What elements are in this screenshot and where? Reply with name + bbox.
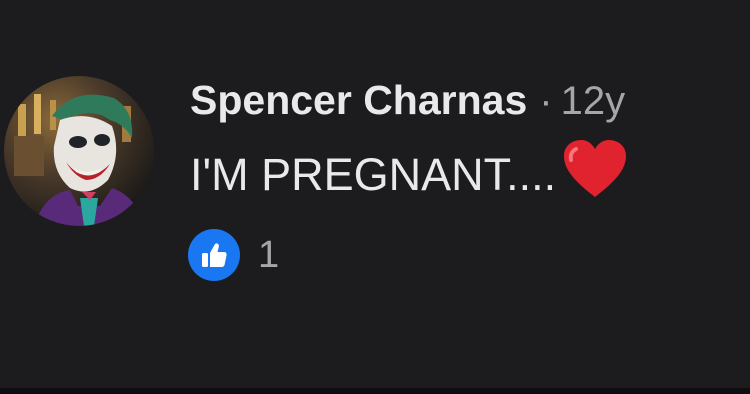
avatar[interactable] [4, 76, 154, 226]
heart-icon [562, 139, 628, 203]
comment: Spencer Charnas · 12y I'M PREGNANT.... 1 [188, 79, 745, 281]
like-icon [188, 229, 240, 281]
separator-dot: · [539, 79, 553, 123]
avatar-image [4, 76, 154, 226]
comment-timestamp[interactable]: 12y [561, 81, 626, 121]
comment-body: I'M PREGNANT.... [190, 140, 745, 203]
comment-header: Spencer Charnas · 12y [190, 79, 745, 123]
bottom-divider [0, 388, 750, 394]
comment-text: I'M PREGNANT.... [190, 148, 557, 200]
author-name[interactable]: Spencer Charnas [190, 80, 527, 121]
reaction-count[interactable]: 1 [258, 234, 279, 277]
reactions-row[interactable]: 1 [188, 229, 745, 281]
